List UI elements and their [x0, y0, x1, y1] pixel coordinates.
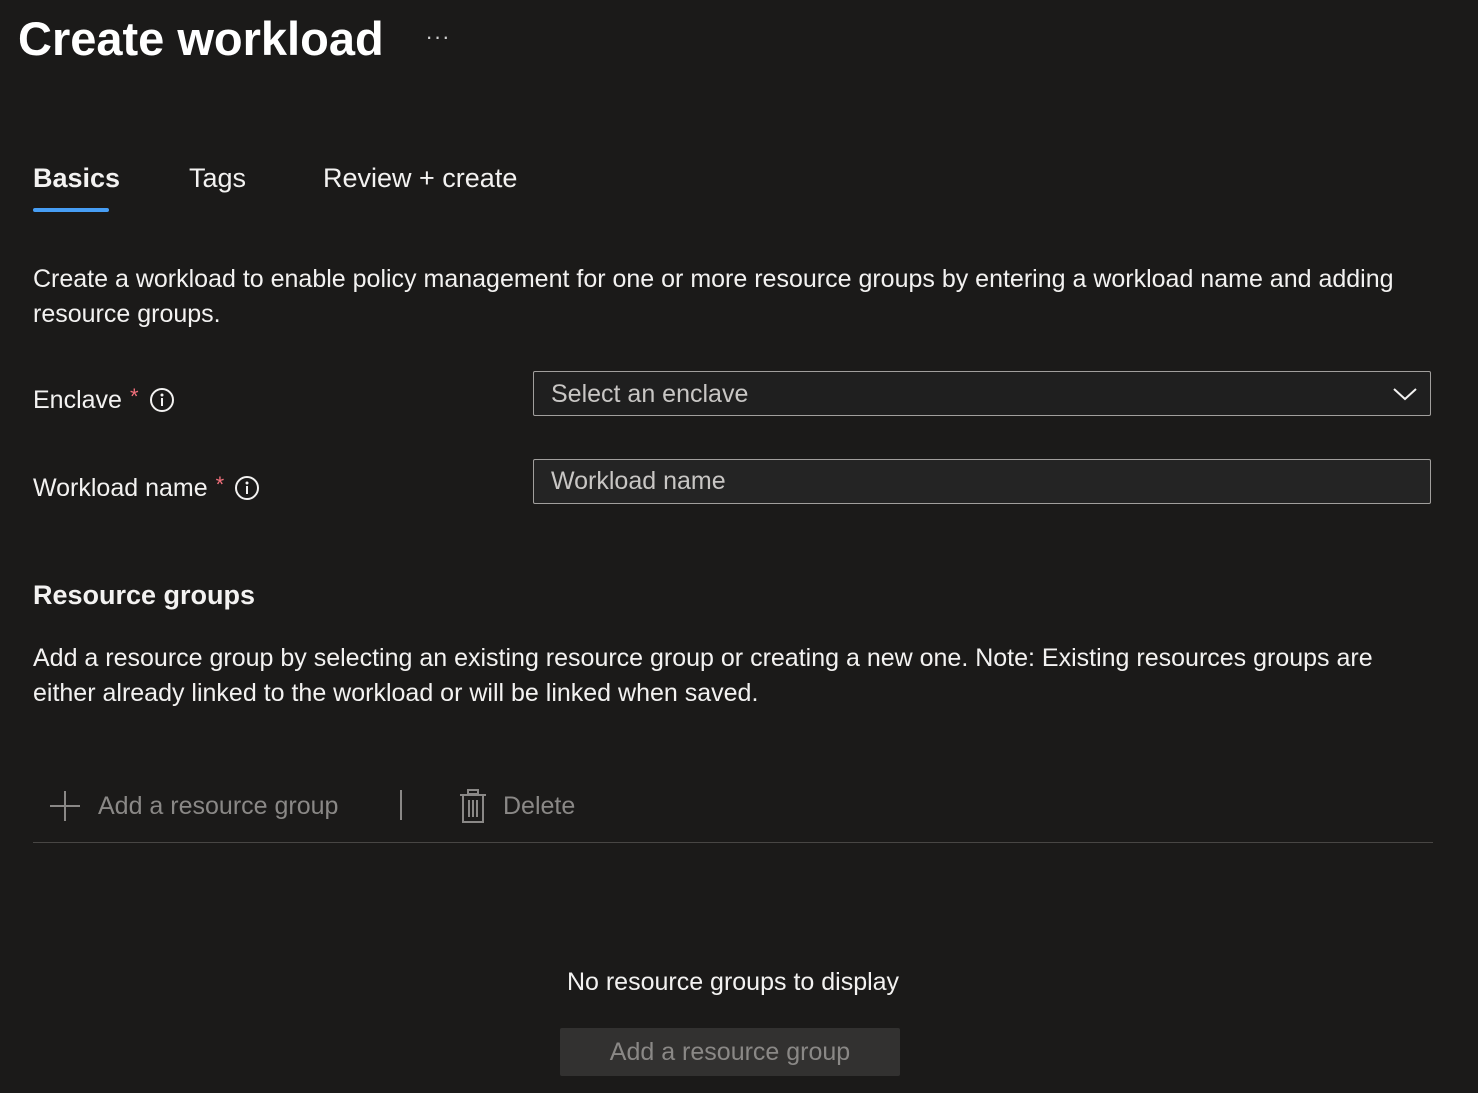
info-icon[interactable]: [149, 387, 175, 413]
chevron-down-icon: [1393, 388, 1417, 401]
enclave-dropdown-placeholder: Select an enclave: [551, 380, 749, 408]
tab-tags[interactable]: Tags: [189, 158, 246, 198]
empty-state-text: No resource groups to display: [566, 968, 900, 996]
command-bar: Add a resource group Delete: [33, 772, 1433, 843]
delete-command-label: Delete: [503, 791, 576, 820]
workload-name-label-text: Workload name: [33, 474, 208, 502]
more-options-button[interactable]: ···: [418, 22, 458, 52]
tab-basics[interactable]: Basics: [33, 158, 120, 198]
tab-review-create[interactable]: Review + create: [323, 158, 517, 198]
enclave-label-text: Enclave: [33, 386, 122, 414]
required-asterisk: *: [215, 472, 225, 497]
add-resource-group-command[interactable]: Add a resource group: [48, 786, 338, 826]
plus-icon: [50, 791, 80, 821]
resource-groups-heading: Resource groups: [33, 580, 256, 610]
trash-icon: [460, 789, 486, 823]
command-divider: [400, 790, 402, 820]
enclave-dropdown[interactable]: Select an enclave: [533, 371, 1431, 416]
delete-command[interactable]: Delete: [459, 786, 575, 826]
workload-name-input[interactable]: [534, 460, 1430, 503]
page-title: Create workload: [18, 12, 384, 65]
workload-name-field: [533, 459, 1431, 504]
info-icon[interactable]: [234, 475, 260, 501]
required-asterisk: *: [129, 384, 139, 409]
add-resource-group-button[interactable]: Add a resource group: [560, 1028, 900, 1076]
resource-groups-description: Add a resource group by selecting an exi…: [33, 644, 1373, 707]
selected-tab-indicator: [33, 208, 109, 212]
enclave-label: Enclave *: [33, 383, 175, 417]
workload-name-label: Workload name *: [33, 471, 260, 505]
intro-description: Create a workload to enable policy manag…: [33, 265, 1394, 328]
add-resource-group-command-label: Add a resource group: [98, 791, 339, 820]
